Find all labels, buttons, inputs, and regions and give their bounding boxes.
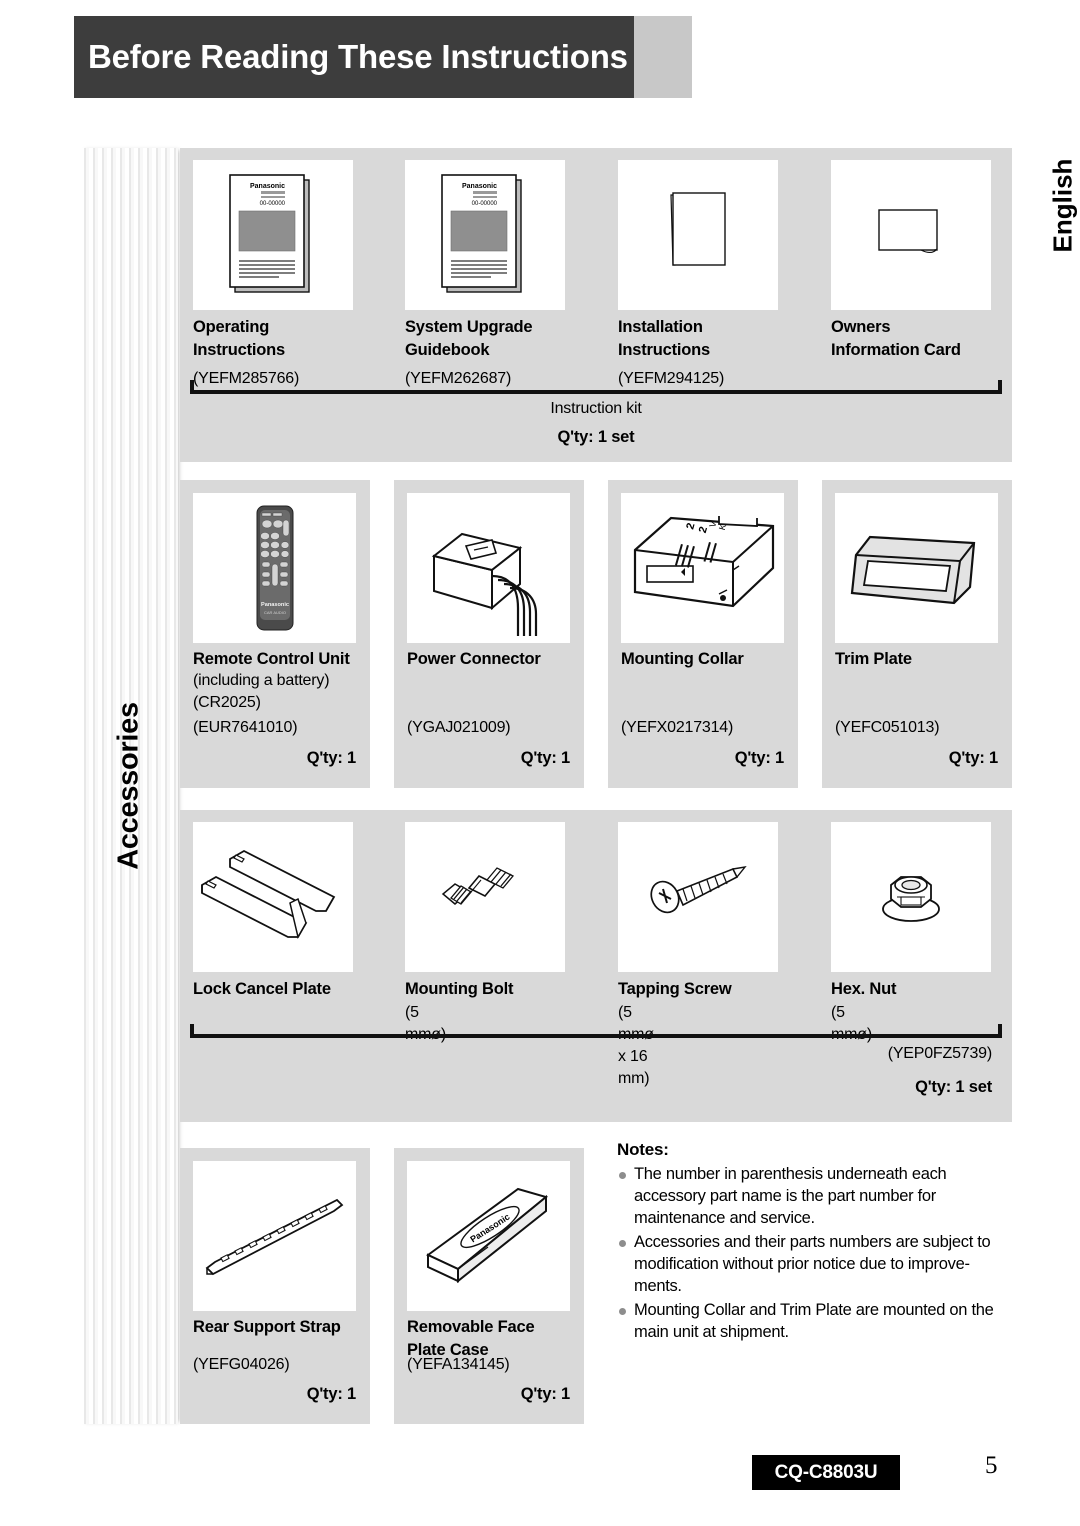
tapping-screw-icon [618,822,778,972]
accessory-item-mounting-collar: 2 2 V K Mounting Collar (YEFX0217314) Q'… [608,480,798,788]
instruction-kit-bracket [190,376,1002,394]
remote-control-icon: Panasonic CAR AUDIO [193,493,356,643]
accessory-item-removable-face-plate-case: Panasonic Removable Face Plate Case (YEF… [394,1148,584,1424]
accessory-part-number: (YEFG04026) [193,1356,290,1373]
booklet-icon: Panasonic 00-00000 [405,160,565,310]
accessory-qty: Q'ty: 1 [734,749,784,767]
mounting-collar-icon: 2 2 V K [621,493,784,643]
accessory-item-rear-support-strap: Rear Support Strap (YEFG04026) Q'ty: 1 [180,1148,370,1424]
svg-text:Panasonic: Panasonic [261,602,289,608]
note-item: Mounting Collar and Trim Plate are mount… [617,1300,1017,1344]
page-title-bar: Before Reading These Instructions [74,16,634,98]
page-number: 5 [985,1452,998,1479]
accessory-qty: Q'ty: 1 [520,1385,570,1403]
notes-list: The number in parenthesis underneath eac… [617,1164,1017,1344]
accessory-name: Power Connector [407,650,541,668]
accessory-name: System Upgrade Guidebook [405,318,533,360]
accessory-name: Tapping Screw [618,980,732,998]
accessory-name: Hex. Nut [831,980,897,998]
accessory-name: Owners Information Card [831,318,961,360]
tab-english-label: English [1047,158,1078,253]
left-section-tab[interactable]: Accessories [80,148,178,1424]
title-bar-shadow [634,16,692,98]
trim-plate-icon [835,493,998,643]
svg-text:00-00000: 00-00000 [472,201,498,207]
hardware-kit-bracket [190,1020,1002,1038]
svg-text:Panasonic: Panasonic [250,183,285,190]
group-qty: Q'ty: 1 set [557,428,635,446]
hex-nut-icon [831,822,991,972]
accessory-name: Trim Plate [835,650,912,668]
group-qty: Q'ty: 1 set [915,1078,992,1096]
note-item: Accessories and their parts numbers are … [617,1232,1017,1298]
accessory-part-number: (YEFX0217314) [621,719,734,736]
accessory-name: Mounting Collar [621,650,744,668]
left-section-tab-label: Accessories [112,702,145,870]
notes-title: Notes: [617,1140,669,1159]
accessory-part-number: (YEFA134145) [407,1356,510,1373]
accessory-name: Remote Control Unit [193,650,350,668]
mounting-bolt-icon [405,822,565,972]
notes-section: Notes: The number in parenthesis underne… [617,1140,1017,1346]
power-connector-icon [407,493,570,643]
note-item: The number in parenthesis underneath eac… [617,1164,1017,1230]
accessory-item-power-connector: Power Connector (YGAJ021009) Q'ty: 1 [394,480,584,788]
accessory-name: Lock Cancel Plate [193,980,331,998]
group-label: Instruction kit [550,400,642,417]
rear-support-strap-icon [193,1161,356,1311]
accessory-row-3: Lock Cancel Plate Mounting Bolt (5 mmø) [180,810,1012,1122]
accessory-item-trim-plate: Trim Plate (YEFC051013) Q'ty: 1 [822,480,1012,788]
booklet-icon: Panasonic 00-00000 [193,160,353,310]
accessory-name: Mounting Bolt [405,980,514,998]
lock-cancel-plate-icon [193,822,353,972]
accessory-part-number: (YEFC051013) [835,719,940,736]
accessory-name: Installation Instructions [618,318,711,360]
svg-text:Panasonic: Panasonic [462,183,497,190]
accessory-qty: Q'ty: 1 [520,749,570,767]
tab-english[interactable]: English [1016,159,1080,300]
model-badge: CQ-C8803U [752,1455,900,1490]
accessory-part-number: (YGAJ021009) [407,719,511,736]
tab-safety-information[interactable]: Safety Information, Before Reading These… [1016,490,1080,1170]
accessory-item-remote-control-unit: Panasonic CAR AUDIO Remote Control Unit … [180,480,370,788]
svg-text:00-00000: 00-00000 [260,201,286,207]
accessory-name: Operating Instructions [193,318,286,360]
group-part-number: (YEP0FZ5739) [887,1045,993,1062]
svg-text:CAR AUDIO: CAR AUDIO [263,610,285,615]
page-title: Before Reading These Instructions [88,38,628,75]
card-icon [831,160,991,310]
right-tab-rail: English Safety Information, Before Readi… [1016,0,1080,1526]
accessory-sub: (including a battery) (CR2025) [193,672,330,712]
accessory-qty: Q'ty: 1 [306,1385,356,1403]
accessory-part-number: (EUR7641010) [193,719,298,736]
accessory-qty: Q'ty: 1 [948,749,998,767]
accessory-qty: Q'ty: 1 [306,749,356,767]
sheet-icon [618,160,778,310]
face-plate-case-icon: Panasonic [407,1161,570,1311]
accessory-row-1: Panasonic 00-00000 Operating Instruction… [180,148,1012,462]
accessory-name: Rear Support Strap [193,1318,341,1336]
